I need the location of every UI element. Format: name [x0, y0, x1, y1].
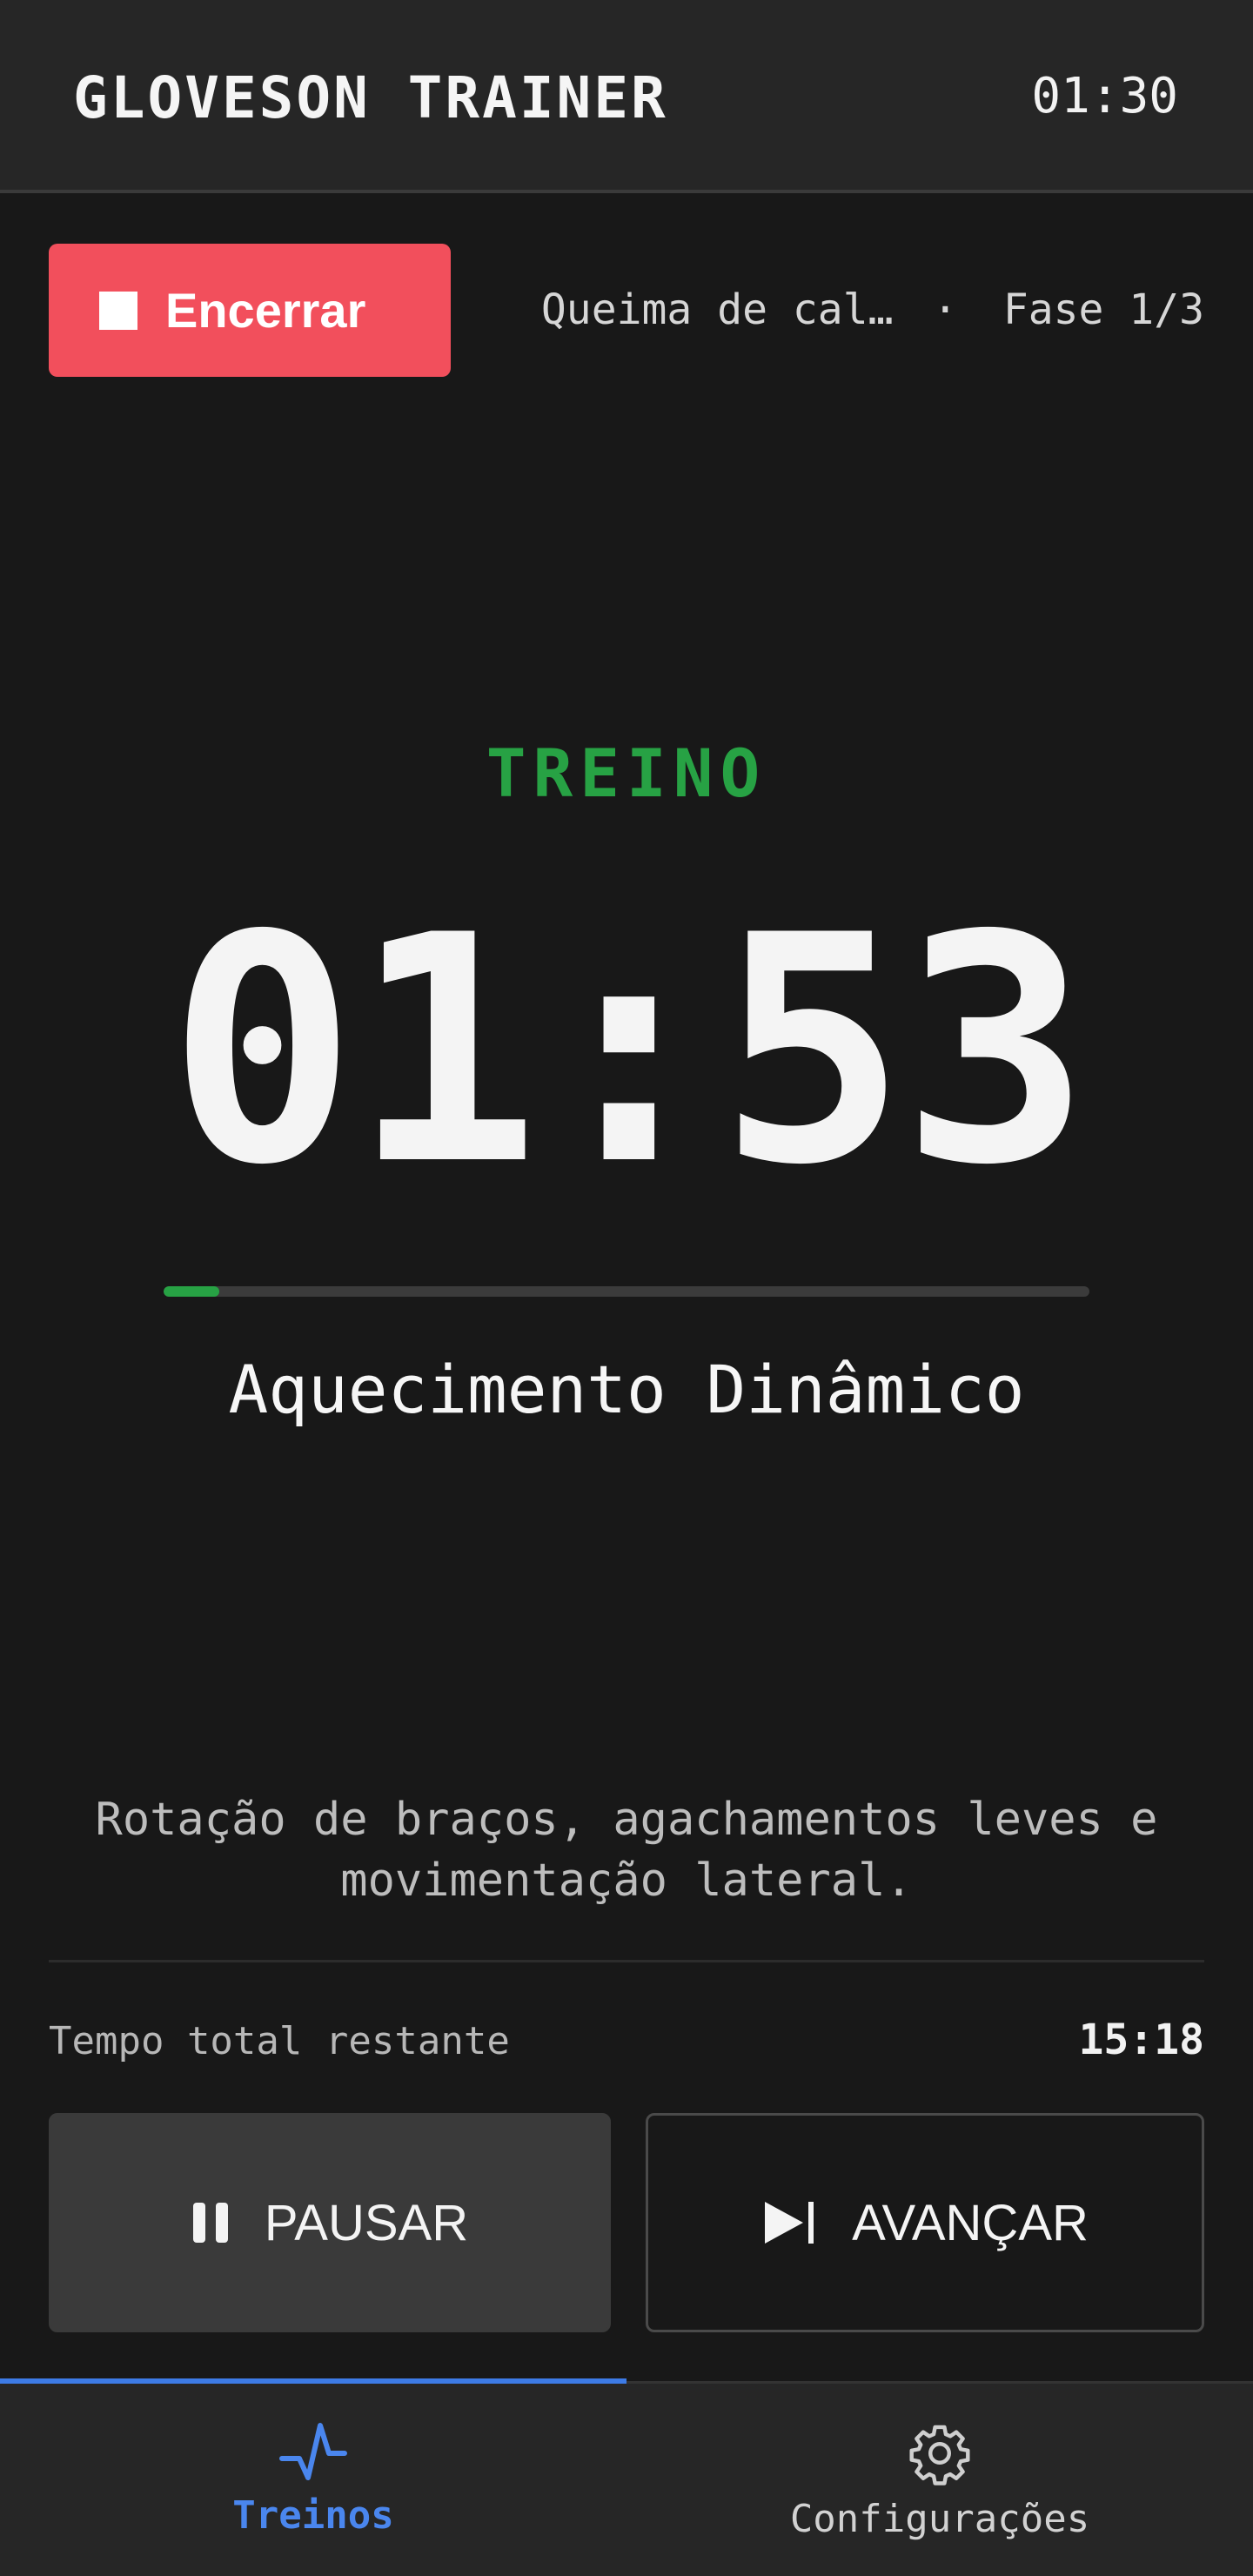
skip-label: AVANÇAR	[852, 2194, 1089, 2251]
stop-workout-label: Encerrar	[165, 283, 366, 338]
phase-label: TREINO	[486, 735, 767, 812]
exercise-name: Aquecimento Dinâmico	[228, 1351, 1025, 1428]
stop-workout-button[interactable]: Encerrar	[49, 244, 451, 377]
pause-icon	[192, 2203, 228, 2243]
phase-progress: Fase 1/3	[1002, 285, 1204, 334]
nav-tab-configuracoes[interactable]: Configurações	[626, 2384, 1253, 2576]
app-root: GLOVESON TRAINER 01:30 Encerrar Queima d…	[0, 0, 1253, 2576]
remaining-time-value: 15:18	[1078, 2016, 1205, 2064]
nav-tab-treinos[interactable]: Treinos	[0, 2384, 626, 2576]
exercise-description: Rotação de braços, agachamentos leves e …	[95, 1794, 1158, 1907]
skip-next-icon	[765, 2202, 814, 2244]
divider	[49, 1960, 1204, 1962]
workout-name: Queima de cal…	[540, 285, 894, 334]
bottom-navigation: Treinos Configurações	[0, 2378, 1253, 2576]
countdown-timer: 01:53	[168, 869, 1090, 1233]
separator: ·	[932, 285, 958, 334]
app-title: GLOVESON TRAINER	[73, 64, 668, 131]
remaining-time-label: Tempo total restante	[49, 2019, 510, 2063]
pause-label: PAUSAR	[264, 2194, 469, 2251]
phase-progress-bar	[164, 1286, 1089, 1297]
activity-icon	[279, 2423, 347, 2480]
nav-tab-configuracoes-label: Configurações	[789, 2497, 1090, 2541]
clock: 01:30	[1031, 68, 1178, 124]
stop-icon	[99, 291, 137, 330]
nav-tab-treinos-label: Treinos	[232, 2493, 394, 2538]
skip-button[interactable]: AVANÇAR	[646, 2113, 1204, 2332]
pause-button[interactable]: PAUSAR	[49, 2113, 611, 2332]
gear-icon	[909, 2425, 970, 2485]
session-info: Queima de cal… · Fase 1/3	[541, 285, 1204, 334]
phase-progress-fill	[164, 1286, 219, 1297]
top-bar: GLOVESON TRAINER 01:30	[0, 0, 1253, 193]
